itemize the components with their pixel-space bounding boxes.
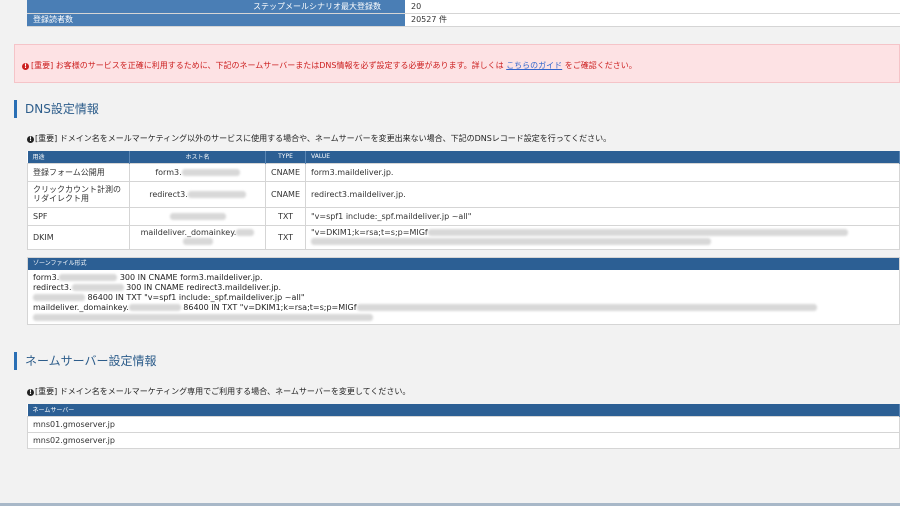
nameserver-cell: mns01.gmoserver.jp [27,415,900,433]
redacted-domain [181,168,240,176]
zone-host: maildeliver._domainkey. [33,303,129,312]
zone-line: form3. 300 IN CNAME form3.maildeliver.jp… [33,273,899,283]
nameserver-cell: mns02.gmoserver.jp [27,431,900,449]
dns-note: ! [重要] ドメイン名をメールマーケティング以外のサービスに使用する場合や、ネー… [27,133,611,144]
type-cell: CNAME [265,162,306,182]
col-type: TYPE [265,151,306,163]
guide-link[interactable]: こちらのガイド [506,61,562,70]
value-cell: redirect3.maildeliver.jp. [305,180,900,208]
redacted-key [33,314,373,321]
purpose-cell: DKIM [27,224,130,250]
type-cell: TXT [265,224,306,250]
exclamation-icon: ! [27,136,34,143]
zone-record: 300 IN CNAME form3.maildeliver.jp. [117,273,263,282]
host-cell: form3. [129,162,266,182]
zone-line [33,313,899,323]
purpose-cell: クリックカウント計測の リダイレクト用 [27,180,130,208]
table-row: mns02.gmoserver.jp [27,431,900,449]
ns-note: ! [重要] ドメイン名をメールマーケティング専用でご利用する場合、ネームサーバー… [27,386,410,397]
zone-line: maildeliver._domainkey. 86400 IN TXT "v=… [33,303,899,313]
table-row: DKIM maildeliver._domainkey. TXT "v=DKIM… [27,224,900,250]
table-row: mns01.gmoserver.jp [27,415,900,433]
exclamation-icon: ! [22,63,29,70]
table-row: 登録読者数 20527 件 [27,13,900,27]
row-value: 20527 件 [405,13,900,27]
host-text: redirect3. [149,189,188,199]
purpose-cell: 登録フォーム公開用 [27,162,130,182]
account-summary-table: ステップメールシナリオ最大登録数 20 登録読者数 20527 件 [27,0,900,27]
ns-note-text: [重要] ドメイン名をメールマーケティング専用でご利用する場合、ネームサーバーを… [35,387,411,396]
redacted-key [311,238,711,245]
col-value: VALUE [305,151,900,163]
table-row: クリックカウント計測の リダイレクト用 redirect3. CNAME red… [27,180,900,208]
value-cell: "v=DKIM1;k=rsa;t=s;p=MIGf [305,224,900,250]
redacted-key [427,229,848,236]
dns-note-text: [重要] ドメイン名をメールマーケティング以外のサービスに使用する場合や、ネーム… [35,134,612,143]
zone-host: form3. [33,273,60,282]
value-cell: form3.maildeliver.jp. [305,162,900,182]
type-cell: CNAME [265,180,306,208]
redacted-domain [59,274,118,281]
zone-record: 300 IN CNAME redirect3.maildeliver.jp. [123,283,282,292]
redacted-domain [187,190,246,198]
redacted-key [356,304,817,311]
type-cell: TXT [265,206,306,226]
redacted-domain [71,284,124,291]
redacted-domain [128,304,181,311]
important-alert: ! [重要] お客様のサービスを正確に利用するために、下記のネームサーバーまたはD… [14,44,900,83]
zone-record: 86400 IN TXT "v=spf1 include:_spf.mailde… [85,293,305,302]
table-row: 登録フォーム公開用 form3. CNAME form3.maildeliver… [27,162,900,182]
exclamation-icon: ! [27,389,34,396]
redacted-domain [33,294,85,301]
zone-line: 86400 IN TXT "v=spf1 include:_spf.mailde… [33,293,899,303]
purpose-cell: SPF [27,206,130,226]
row-label: 登録読者数 [27,13,405,27]
table-row: ステップメールシナリオ最大登録数 20 [27,0,900,14]
row-label: ステップメールシナリオ最大登録数 [27,0,405,14]
alert-text: [重要] お客様のサービスを正確に利用するために、下記のネームサーバーまたはDN… [31,61,507,70]
zone-record: 86400 IN TXT "v=DKIM1;k=rsa;t=s;p=MIGf [180,303,357,312]
zone-file-panel: ゾーンファイル形式 form3. 300 IN CNAME form3.mail… [27,257,900,325]
redacted-domain [169,212,226,220]
redacted-domain [236,229,255,236]
host-text: form3. [155,167,182,177]
row-value: 20 [405,0,900,14]
host-cell: maildeliver._domainkey. [129,224,266,250]
dns-section-title: DNS設定情報 [14,100,99,118]
zone-host: redirect3. [33,283,72,292]
redacted-domain [182,238,213,245]
zone-file-header: ゾーンファイル形式 [28,258,899,270]
dns-records-table: 用途 ホスト名 TYPE VALUE 登録フォーム公開用 form3. CNAM… [27,151,900,250]
table-row: SPF TXT "v=spf1 include:_spf.maildeliver… [27,206,900,226]
zone-file-body[interactable]: form3. 300 IN CNAME form3.maildeliver.jp… [28,270,899,323]
value-cell: "v=spf1 include:_spf.maildeliver.jp ~all… [305,206,900,226]
host-cell [129,206,266,226]
host-cell: redirect3. [129,180,266,208]
zone-line: redirect3. 300 IN CNAME redirect3.mailde… [33,283,899,293]
col-host: ホスト名 [129,151,266,163]
nameserver-table: ネームサーバー mns01.gmoserver.jp mns02.gmoserv… [27,404,900,449]
alert-suffix: をご確認ください。 [562,61,637,70]
col-purpose: 用途 [27,151,130,163]
table-header-row: 用途 ホスト名 TYPE VALUE [27,151,900,163]
col-nameserver: ネームサーバー [27,404,900,416]
dkim-value: "v=DKIM1;k=rsa;t=s;p=MIGf [311,228,428,237]
ns-section-title: ネームサーバー設定情報 [14,352,157,370]
host-text: maildeliver._domainkey. [140,228,237,237]
table-header-row: ネームサーバー [27,404,900,416]
